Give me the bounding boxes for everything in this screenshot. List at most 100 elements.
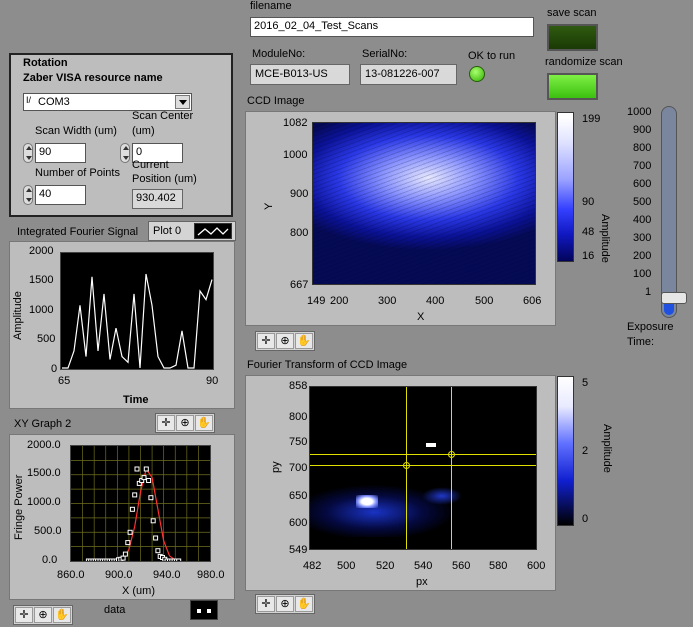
data-point xyxy=(143,466,149,472)
marker-icon xyxy=(197,609,201,613)
data-point xyxy=(129,506,135,512)
x-tick: 90 xyxy=(206,375,219,387)
io-icon: I/ xyxy=(26,95,32,105)
exposure-label-1: Exposure xyxy=(627,321,674,333)
crosshair-icon[interactable]: ✛ xyxy=(257,596,275,612)
cursor-marker[interactable] xyxy=(403,462,410,469)
y-tick: 1000.0 xyxy=(27,496,61,508)
x-tick: 500 xyxy=(337,560,356,572)
integrated-chart xyxy=(62,273,213,369)
current-position-field: 930.402 xyxy=(132,189,183,209)
data-point xyxy=(141,475,147,481)
crosshair-icon[interactable]: ✛ xyxy=(157,415,175,431)
exposure-tick: 1000 xyxy=(627,106,652,118)
fourier-colorscale[interactable] xyxy=(557,376,574,526)
exposure-slider-thumb[interactable] xyxy=(661,292,687,304)
hand-icon[interactable]: ✋ xyxy=(195,415,213,431)
integrated-legend[interactable]: Plot 0 xyxy=(148,221,236,241)
x-tick: 980.0 xyxy=(197,569,225,581)
dropdown-button[interactable] xyxy=(175,95,190,109)
hand-icon[interactable]: ✋ xyxy=(295,333,313,349)
scale-label: Amplitude xyxy=(601,424,613,473)
scan-width-field[interactable]: 90 xyxy=(35,143,86,163)
ccd-palette: ✛ ⊕ ✋ xyxy=(255,331,315,351)
ok-to-run-led xyxy=(469,66,485,82)
filename-field[interactable]: 2016_02_04_Test_Scans xyxy=(250,17,534,37)
cursor-line[interactable] xyxy=(451,387,452,549)
ccd-colorscale[interactable] xyxy=(557,112,574,262)
data-point xyxy=(146,478,152,483)
save-scan-button[interactable] xyxy=(547,24,598,51)
points-stepper[interactable] xyxy=(23,185,33,205)
y-tick: 0.0 xyxy=(42,554,58,566)
scale-tick: 5 xyxy=(582,377,589,389)
data-legend-swatch[interactable] xyxy=(190,600,218,620)
y-tick: 650 xyxy=(289,490,308,502)
integrated-chart-panel: 2000 1500 1000 500 0 65 90 Time Amplitud… xyxy=(9,241,235,409)
scale-tick: 2 xyxy=(582,445,589,457)
cursor-marker[interactable] xyxy=(448,451,455,458)
scale-tick: 199 xyxy=(582,113,601,125)
exposure-tick: 700 xyxy=(633,160,652,172)
y-tick: 750 xyxy=(289,436,308,448)
scale-tick: 0 xyxy=(582,513,589,525)
exposure-tick: 500 xyxy=(633,196,652,208)
exposure-slider-track[interactable] xyxy=(661,106,677,318)
module-label: ModuleNo: xyxy=(252,48,306,60)
exposure-tick: 800 xyxy=(633,142,652,154)
y-tick: 858 xyxy=(289,380,308,392)
x-tick: 149 xyxy=(307,295,326,307)
data-point xyxy=(122,551,128,557)
xy-plot-area xyxy=(70,445,211,562)
xy-graph-title: XY Graph 2 xyxy=(14,418,72,430)
legend-label: Plot 0 xyxy=(153,225,182,237)
fourier-title: Fourier Transform of CCD Image xyxy=(247,359,408,371)
exposure-tick: 600 xyxy=(633,178,652,190)
ccd-title: CCD Image xyxy=(247,95,305,107)
y-tick: 800 xyxy=(290,227,309,239)
exposure-tick: 100 xyxy=(633,268,652,280)
x-tick: 606 xyxy=(523,295,542,307)
hand-icon[interactable]: ✋ xyxy=(295,596,313,612)
scale-tick: 16 xyxy=(582,250,595,262)
module-number-field: MCE-B013-US xyxy=(250,64,350,85)
x-axis-label: px xyxy=(416,576,428,588)
points-label: Number of Points xyxy=(35,167,120,179)
y-axis-label: Y xyxy=(263,202,275,210)
resource-select[interactable]: I/ COM3 xyxy=(23,93,192,111)
zoom-icon[interactable]: ⊕ xyxy=(176,415,194,431)
x-tick: 900.0 xyxy=(105,569,133,581)
marker-icon xyxy=(207,609,211,613)
points-field[interactable]: 40 xyxy=(35,185,86,205)
x-tick: 520 xyxy=(376,560,395,572)
exposure-label-2: Time: xyxy=(627,336,655,348)
x-axis-label: Time xyxy=(123,394,149,406)
exposure-tick: 400 xyxy=(633,214,652,226)
randomize-scan-button[interactable] xyxy=(547,73,598,100)
y-tick: 667 xyxy=(290,279,309,291)
x-tick: 200 xyxy=(330,295,349,307)
scan-center-stepper[interactable] xyxy=(120,143,130,163)
scan-width-stepper[interactable] xyxy=(23,143,33,163)
y-tick: 2000.0 xyxy=(27,439,61,451)
data-point xyxy=(127,529,133,535)
x-tick: 580 xyxy=(489,560,508,572)
cursor-line[interactable] xyxy=(310,465,536,466)
fourier-panel: 858 800 750 700 650 600 549 482 500 520 … xyxy=(245,375,556,591)
serial-number-field: 13-081226-007 xyxy=(360,64,457,85)
crosshair-icon[interactable]: ✛ xyxy=(15,607,33,623)
hand-icon[interactable]: ✋ xyxy=(53,607,71,623)
data-point xyxy=(125,540,131,546)
cursor-line[interactable] xyxy=(310,454,536,455)
rotation-cluster: Rotation Zaber VISA resource name I/ COM… xyxy=(9,53,233,217)
data-point xyxy=(155,548,161,554)
y-tick: 500.0 xyxy=(34,525,62,537)
zoom-icon[interactable]: ⊕ xyxy=(276,333,294,349)
zoom-icon[interactable]: ⊕ xyxy=(34,607,52,623)
data-point xyxy=(134,466,140,472)
xy-graph-palette-bottom: ✛ ⊕ ✋ xyxy=(13,605,73,625)
crosshair-icon[interactable]: ✛ xyxy=(257,333,275,349)
x-tick: 940.0 xyxy=(153,569,181,581)
y-tick: 0 xyxy=(51,363,58,375)
zoom-icon[interactable]: ⊕ xyxy=(276,596,294,612)
